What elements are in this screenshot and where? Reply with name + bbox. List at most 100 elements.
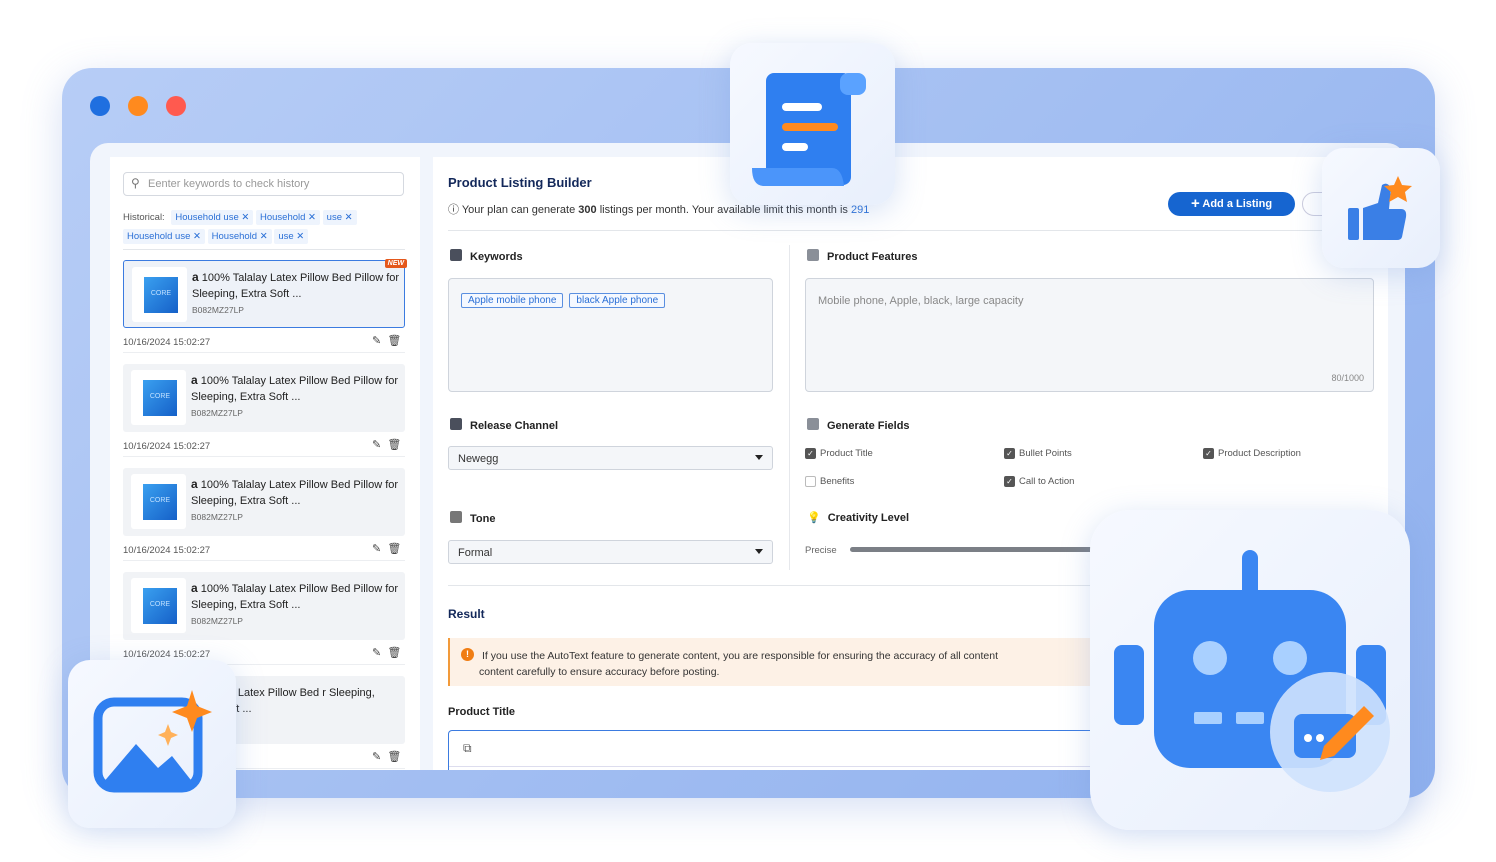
edit-icon[interactable]: ✎: [372, 335, 381, 347]
product-box-image: CORE: [143, 588, 177, 624]
list-icon: [807, 249, 819, 261]
history-date: 10/16/2024 15:02:27: [123, 441, 211, 452]
product-title-output[interactable]: ⧉: [448, 730, 1108, 770]
tone-heading: Tone: [450, 511, 495, 525]
product-title: a 100% Talalay Latex Pillow Bed Pillow f…: [191, 373, 399, 403]
add-listing-button[interactable]: + Add a Listing: [1168, 192, 1295, 216]
plus-icon: +: [1190, 195, 1200, 212]
history-tag[interactable]: Household ✕: [207, 229, 272, 244]
checkbox-icon: [805, 476, 816, 487]
window-dot-orange[interactable]: [128, 96, 148, 116]
info-icon: ⓘ: [448, 204, 459, 216]
historical-label: Historical:: [123, 212, 165, 223]
trash-icon[interactable]: 🗑: [387, 439, 401, 451]
document-icon-card: [730, 43, 895, 205]
product-asin: B082MZ27LP: [191, 512, 243, 522]
thumbs-up-icon: [1348, 176, 1412, 240]
thumbs-up-card: [1322, 148, 1440, 268]
checkbox-icon: ✓: [1004, 476, 1015, 487]
creativity-heading: 💡 Creativity Level: [807, 512, 910, 524]
keyword-tag[interactable]: Apple mobile phone: [461, 293, 564, 308]
field-checkbox[interactable]: ✓ Product Title: [805, 448, 873, 459]
history-actions: ✎ 🗑: [372, 438, 401, 451]
amazon-icon: a: [191, 373, 198, 387]
image-ai-card: [68, 660, 236, 828]
history-tag[interactable]: Household ✕: [255, 210, 321, 225]
release-channel-select[interactable]: Newegg: [448, 446, 773, 470]
field-checkbox[interactable]: Benefits: [805, 476, 854, 487]
history-search-input[interactable]: ⚲ Eenter keywords to check history: [123, 172, 404, 196]
field-checkbox[interactable]: ✓ Call to Action: [1004, 476, 1074, 487]
divider: [123, 352, 405, 353]
history-actions: ✎ 🗑: [372, 542, 401, 555]
edit-icon[interactable]: ✎: [372, 647, 381, 659]
product-box-image: CORE: [143, 380, 177, 416]
trash-icon[interactable]: 🗑: [387, 751, 401, 763]
generate-fields-heading: Generate Fields: [807, 418, 910, 432]
history-date: 10/16/2024 15:02:27: [123, 545, 211, 556]
fields-icon: [807, 418, 819, 430]
star-icon: [450, 511, 462, 523]
product-thumbnail: CORE: [132, 267, 187, 322]
field-checkbox[interactable]: ✓ Bullet Points: [1004, 448, 1072, 459]
product-title-label: Product Title: [448, 706, 516, 718]
edit-icon[interactable]: ✎: [372, 543, 381, 555]
product-thumbnail: CORE: [131, 370, 186, 425]
search-icon: ⚲: [131, 176, 140, 190]
product-title: a 100% Talalay Latex Pillow Bed Pillow f…: [191, 477, 399, 507]
features-heading: Product Features: [807, 249, 917, 263]
history-item[interactable]: CORE a 100% Talalay Latex Pillow Bed Pil…: [123, 259, 407, 328]
history-tag[interactable]: use ✕: [274, 229, 309, 244]
robot-writer-card: [1090, 510, 1410, 830]
history-item[interactable]: CORE a 100% Talalay Latex Pillow Bed Pil…: [123, 468, 405, 536]
divider: [123, 456, 405, 457]
chevron-down-icon: [755, 455, 763, 464]
char-counter: 80/1000: [1331, 373, 1364, 383]
trash-icon[interactable]: 🗑: [387, 647, 401, 659]
history-tag[interactable]: Household use ✕: [123, 229, 205, 244]
history-actions: ✎ 🗑: [372, 334, 401, 347]
window-dot-red[interactable]: [166, 96, 186, 116]
tone-select[interactable]: Formal: [448, 540, 773, 564]
warning-icon: !: [461, 648, 474, 661]
divider: [123, 249, 405, 250]
edit-icon[interactable]: ✎: [372, 751, 381, 763]
history-date: 10/16/2024 15:02:27: [123, 337, 211, 348]
product-asin: B082MZ27LP: [192, 305, 244, 315]
release-heading: Release Channel: [450, 418, 558, 432]
trash-icon[interactable]: 🗑: [387, 335, 401, 347]
creativity-slider[interactable]: [850, 547, 1110, 552]
product-title: a 100% Talalay Latex Pillow Bed Pillow f…: [192, 270, 400, 300]
store-icon: [450, 418, 462, 430]
trash-icon[interactable]: 🗑: [387, 543, 401, 555]
lightbulb-icon: 💡: [807, 512, 821, 524]
divider: [789, 245, 790, 570]
amazon-icon: a: [191, 477, 198, 491]
keywords-input[interactable]: Apple mobile phone black Apple phone: [448, 278, 773, 392]
product-box-image: CORE: [144, 277, 178, 313]
keywords-heading: Keywords: [450, 249, 523, 263]
history-tag[interactable]: use ✕: [322, 210, 357, 225]
copy-icon[interactable]: ⧉: [463, 741, 472, 756]
checkbox-icon: ✓: [805, 448, 816, 459]
history-item[interactable]: CORE a 100% Talalay Latex Pillow Bed Pil…: [123, 572, 405, 640]
features-text: Mobile phone, Apple, black, large capaci…: [818, 295, 1024, 307]
image-sparkle-icon: [93, 690, 212, 793]
product-asin: B082MZ27LP: [191, 408, 243, 418]
precise-label: Precise: [805, 545, 837, 556]
keyword-icon: [450, 249, 462, 261]
edit-icon[interactable]: ✎: [372, 439, 381, 451]
history-item[interactable]: CORE a 100% Talalay Latex Pillow Bed Pil…: [123, 364, 405, 432]
field-checkbox[interactable]: ✓ Product Description: [1203, 448, 1301, 459]
window-dot-blue[interactable]: [90, 96, 110, 116]
history-actions: ✎ 🗑: [372, 750, 401, 763]
product-title: a 100% Talalay Latex Pillow Bed Pillow f…: [191, 581, 399, 611]
keyword-tag[interactable]: black Apple phone: [569, 293, 666, 308]
history-tag[interactable]: Household use ✕: [171, 210, 254, 225]
product-box-image: CORE: [143, 484, 177, 520]
product-asin: B082MZ27LP: [191, 616, 243, 626]
features-textarea[interactable]: Mobile phone, Apple, black, large capaci…: [805, 278, 1374, 392]
robot-icon: [1114, 550, 1390, 792]
chevron-down-icon: [755, 549, 763, 558]
page-title: Product Listing Builder: [448, 175, 592, 190]
